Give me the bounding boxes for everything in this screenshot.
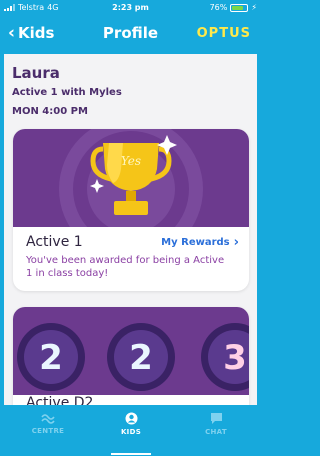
- profile-content[interactable]: Laura Active 1 with Myles MON 4:00 PM Ye…: [4, 54, 257, 405]
- tab-bar: CENTRE KIDS CHAT: [0, 405, 261, 456]
- battery-percent: 76%: [209, 3, 228, 12]
- svg-text:Yes: Yes: [121, 154, 141, 168]
- yes-badge: Yes: [121, 154, 141, 168]
- level-card[interactable]: 2 2 3 Active D2: [13, 307, 249, 405]
- active-tab-indicator: [111, 453, 151, 455]
- status-right: 76% ⚡: [210, 3, 257, 12]
- tab-chat[interactable]: CHAT: [176, 412, 256, 436]
- class-name: Active 1 with Myles: [12, 87, 122, 98]
- my-rewards-link[interactable]: My Rewards ›: [161, 235, 239, 250]
- tab-kids-label: KIDS: [120, 428, 142, 436]
- chevron-right-icon: ›: [233, 235, 239, 250]
- trophy-illustration: [59, 129, 203, 227]
- level-banner: 2 2 3: [13, 307, 249, 395]
- kids-icon: [125, 412, 137, 425]
- status-bar: Telstra 4G 2:23 pm 76% ⚡: [0, 0, 261, 16]
- tab-centre[interactable]: CENTRE: [8, 412, 88, 435]
- level-title: Active D2: [26, 395, 94, 405]
- chat-icon: [210, 413, 222, 424]
- tab-centre-label: CENTRE: [31, 427, 65, 435]
- tab-chat-label: CHAT: [205, 428, 227, 436]
- battery-icon: [230, 3, 249, 12]
- centre-icon: [41, 414, 55, 424]
- phone-screen: Telstra 4G 2:23 pm 76% ⚡ ‹ Kids Profile …: [0, 0, 261, 456]
- tab-kids[interactable]: KIDS: [91, 412, 171, 436]
- level-badge-digit: 2: [129, 338, 153, 378]
- brand-logo: OPTUS: [196, 26, 251, 41]
- charging-icon: ⚡: [251, 3, 257, 12]
- class-schedule: MON 4:00 PM: [12, 106, 88, 117]
- nav-bar: ‹ Kids Profile OPTUS: [0, 18, 261, 48]
- level-badge-digit: 2: [39, 338, 63, 378]
- reward-title: Active 1: [26, 234, 83, 250]
- student-name: Laura: [12, 64, 60, 82]
- reward-card[interactable]: Yes Active 1 My Rewards › You've been aw…: [13, 129, 249, 291]
- reward-banner: [13, 129, 249, 227]
- level-badge-digit: 3: [223, 338, 247, 378]
- my-rewards-label: My Rewards: [161, 237, 230, 248]
- level-badges: 2 2 3: [17, 323, 249, 391]
- reward-description: You've been awarded for being a Active 1…: [26, 255, 225, 279]
